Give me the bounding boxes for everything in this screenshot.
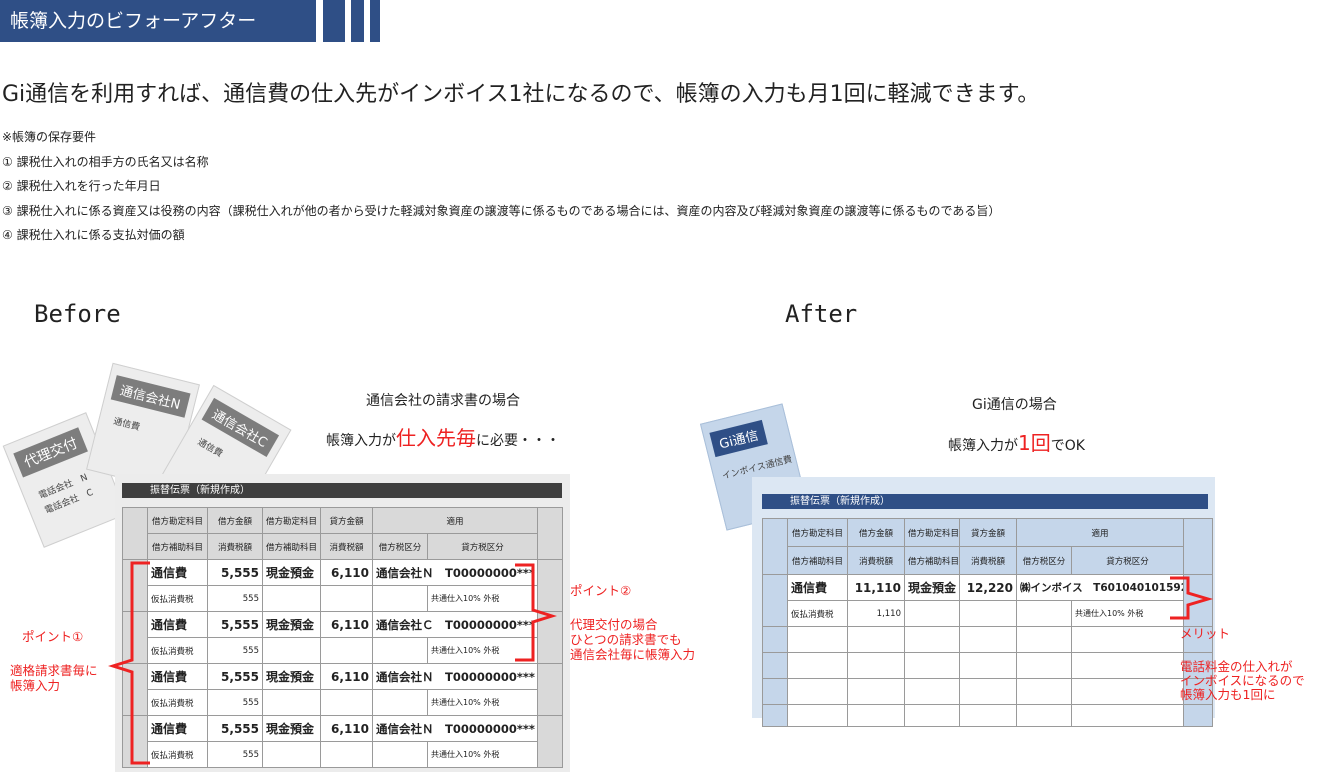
merit-bracket: [1170, 576, 1214, 620]
point2-bracket: [515, 563, 557, 662]
point1-bracket: [108, 561, 150, 765]
annotation-brackets: [108, 561, 1214, 765]
